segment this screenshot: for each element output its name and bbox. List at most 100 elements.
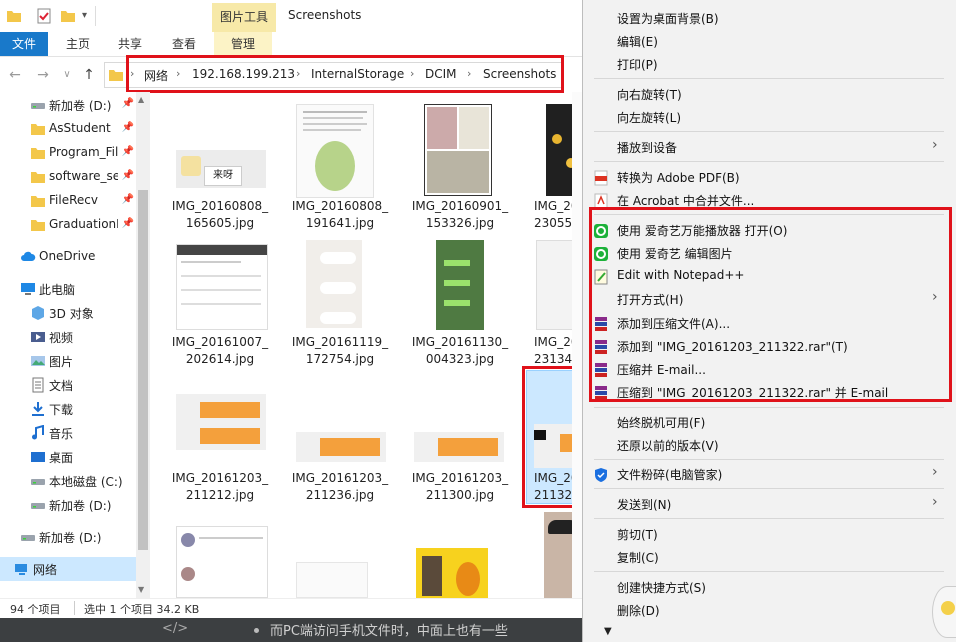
file-name-label[interactable]: IMG_20161130_ 004323.jpg (405, 334, 515, 368)
sidebar-item-drive[interactable]: 新加卷 (D:) 📌 (0, 93, 136, 117)
context-menu-item[interactable]: 向右旋转(T) (617, 86, 682, 103)
sidebar-scrollbar-thumb[interactable] (138, 190, 148, 550)
thumbnail-image[interactable] (176, 526, 268, 598)
sidebar-item-drive[interactable]: 本地磁盘 (C:) (0, 469, 136, 493)
context-menu-item[interactable]: 转换为 Adobe PDF(B) (617, 169, 740, 186)
context-menu-item[interactable]: 向左旋转(L) (617, 109, 681, 126)
tab-view[interactable]: 查看 (162, 32, 206, 56)
quick-access-dropdown-icon[interactable]: ▾ (82, 10, 87, 21)
sidebar-item-folder[interactable]: Program_File 📌 (0, 141, 136, 165)
tab-manage[interactable]: 管理 (214, 32, 272, 56)
tab-file[interactable]: 文件 (0, 32, 48, 56)
file-name-label[interactable]: IMG_20160808_ 165605.jpg (165, 198, 275, 232)
file-name-line: 211300.jpg (425, 488, 495, 502)
file-name-label[interactable]: IMG_20161203_ 211212.jpg (165, 470, 275, 504)
pin-icon[interactable]: 📌 (122, 218, 134, 229)
file-name-label[interactable]: IMG_20160901_ 153326.jpg (405, 198, 515, 232)
sidebar-item-desktop[interactable]: 桌面 (0, 445, 136, 469)
file-name-line: IMG_20160808_ (171, 199, 269, 213)
sidebar-item-folder[interactable]: FileRecv 📌 (0, 189, 136, 213)
file-name-label[interactable]: IMG_20161203_ 211236.jpg (285, 470, 395, 504)
sidebar-item-label: 新加卷 (D:) (49, 499, 112, 513)
submenu-chevron-icon: › (932, 137, 938, 153)
sidebar-item-label: 本地磁盘 (C:) (49, 475, 123, 489)
properties-icon[interactable] (36, 8, 52, 24)
pin-icon[interactable]: 📌 (122, 194, 134, 205)
context-menu-item[interactable]: 文件粉碎(电脑管家) (617, 466, 722, 483)
context-menu-item[interactable]: 播放到设备 (617, 139, 677, 156)
assistant-avatar-icon[interactable] (932, 586, 956, 638)
sidebar-item-download[interactable]: 下载 (0, 397, 136, 421)
recent-locations-icon[interactable]: ∨ (58, 66, 76, 84)
file-name-label[interactable]: IMG_20161203_ 211300.jpg (405, 470, 515, 504)
pin-icon[interactable]: 📌 (122, 146, 134, 157)
pin-icon[interactable]: 📌 (122, 122, 134, 133)
context-menu-item[interactable]: 发送到(N) (617, 496, 671, 513)
tab-home[interactable]: 主页 (56, 32, 100, 56)
content-scrollbar[interactable] (572, 92, 582, 598)
sidebar-item-cloud[interactable]: OneDrive (0, 245, 136, 269)
sidebar-item-drive[interactable]: 新加卷 (D:) (0, 493, 136, 517)
sidebar-item-folder[interactable]: AsStudent 📌 (0, 117, 136, 141)
thumbnail-image[interactable] (414, 432, 504, 462)
thumbnail-image[interactable] (296, 104, 374, 198)
back-icon[interactable]: ← (6, 66, 24, 84)
sidebar-item-video[interactable]: 视频 (0, 325, 136, 349)
thumbnail-image[interactable] (424, 104, 492, 196)
sidebar-item-picture[interactable]: 图片 (0, 349, 136, 373)
file-name-label[interactable]: IMG_20161119_ 172754.jpg (285, 334, 395, 368)
thumbnail-image[interactable] (176, 394, 266, 450)
folder-icon (30, 217, 46, 233)
tab-share[interactable]: 共享 (108, 32, 152, 56)
sidebar-item-label: FileRecv (49, 193, 98, 207)
selection-info: 选中 1 个项目 34.2 KB (84, 603, 200, 616)
sidebar-item-document[interactable]: 文档 (0, 373, 136, 397)
thumbnail-image[interactable] (306, 240, 362, 328)
sidebar-item-network[interactable]: 网络 (0, 557, 136, 581)
scroll-up-icon[interactable]: ▲ (138, 95, 144, 104)
menu-scroll-down-icon[interactable]: ▼ (604, 626, 612, 637)
up-icon[interactable]: ↑ (80, 66, 98, 84)
sidebar-item-label: AsStudent (49, 121, 111, 135)
folder-icon (30, 169, 46, 185)
sidebar-item-folder[interactable]: GraduationD 📌 (0, 213, 136, 237)
context-menu-item[interactable]: 始终脱机可用(F) (617, 414, 705, 431)
sidebar-item-label: OneDrive (39, 249, 96, 263)
pdf-icon (593, 170, 609, 186)
menu-divider (594, 518, 944, 519)
sidebar-item-label: 桌面 (49, 451, 74, 465)
context-menu-item[interactable]: 还原以前的版本(V) (617, 437, 719, 454)
sidebar-item-computer[interactable]: 此电脑 (0, 277, 136, 301)
window-title: Screenshots (288, 8, 362, 22)
folder-icon[interactable] (6, 8, 22, 24)
new-folder-icon[interactable] (60, 8, 76, 24)
thumbnail-image[interactable] (176, 244, 268, 330)
context-menu-item[interactable]: 编辑(E) (617, 33, 658, 50)
context-menu-item[interactable]: 设置为桌面背景(B) (617, 10, 719, 27)
file-name-line: IMG_20161119_ (291, 335, 389, 349)
sidebar-item-music[interactable]: 音乐 (0, 421, 136, 445)
sidebar-item-label: 网络 (33, 563, 58, 577)
document-icon (30, 377, 46, 393)
file-name-label[interactable]: IMG_20161007_ 202614.jpg (165, 334, 275, 368)
sidebar-item-cube[interactable]: 3D 对象 (0, 301, 136, 325)
file-name-label[interactable]: IMG_20160808_ 191641.jpg (285, 198, 395, 232)
sidebar-item-label: software_set (49, 169, 118, 183)
thumbnail-image[interactable]: 来呀 (176, 150, 266, 188)
context-menu-item[interactable]: 剪切(T) (617, 526, 658, 543)
pin-icon[interactable]: 📌 (122, 98, 134, 109)
context-menu-item[interactable]: 打印(P) (617, 56, 658, 73)
thumbnail-image[interactable] (436, 240, 484, 330)
sidebar-item-folder[interactable]: software_set 📌 (0, 165, 136, 189)
forward-icon[interactable]: → (34, 66, 52, 84)
thumbnail-image[interactable] (416, 548, 488, 598)
context-menu-item[interactable]: 复制(C) (617, 549, 659, 566)
thumbnail-image[interactable] (296, 562, 368, 598)
sidebar-item-drive[interactable]: 新加卷 (D:) (0, 525, 136, 549)
pin-icon[interactable]: 📌 (122, 170, 134, 181)
context-menu-item[interactable]: 删除(D) (617, 602, 660, 619)
thumbnail-image[interactable] (296, 432, 386, 462)
file-name-line: 172754.jpg (305, 352, 375, 366)
context-menu-item[interactable]: 创建快捷方式(S) (617, 579, 706, 596)
scroll-down-icon[interactable]: ▼ (138, 585, 144, 594)
